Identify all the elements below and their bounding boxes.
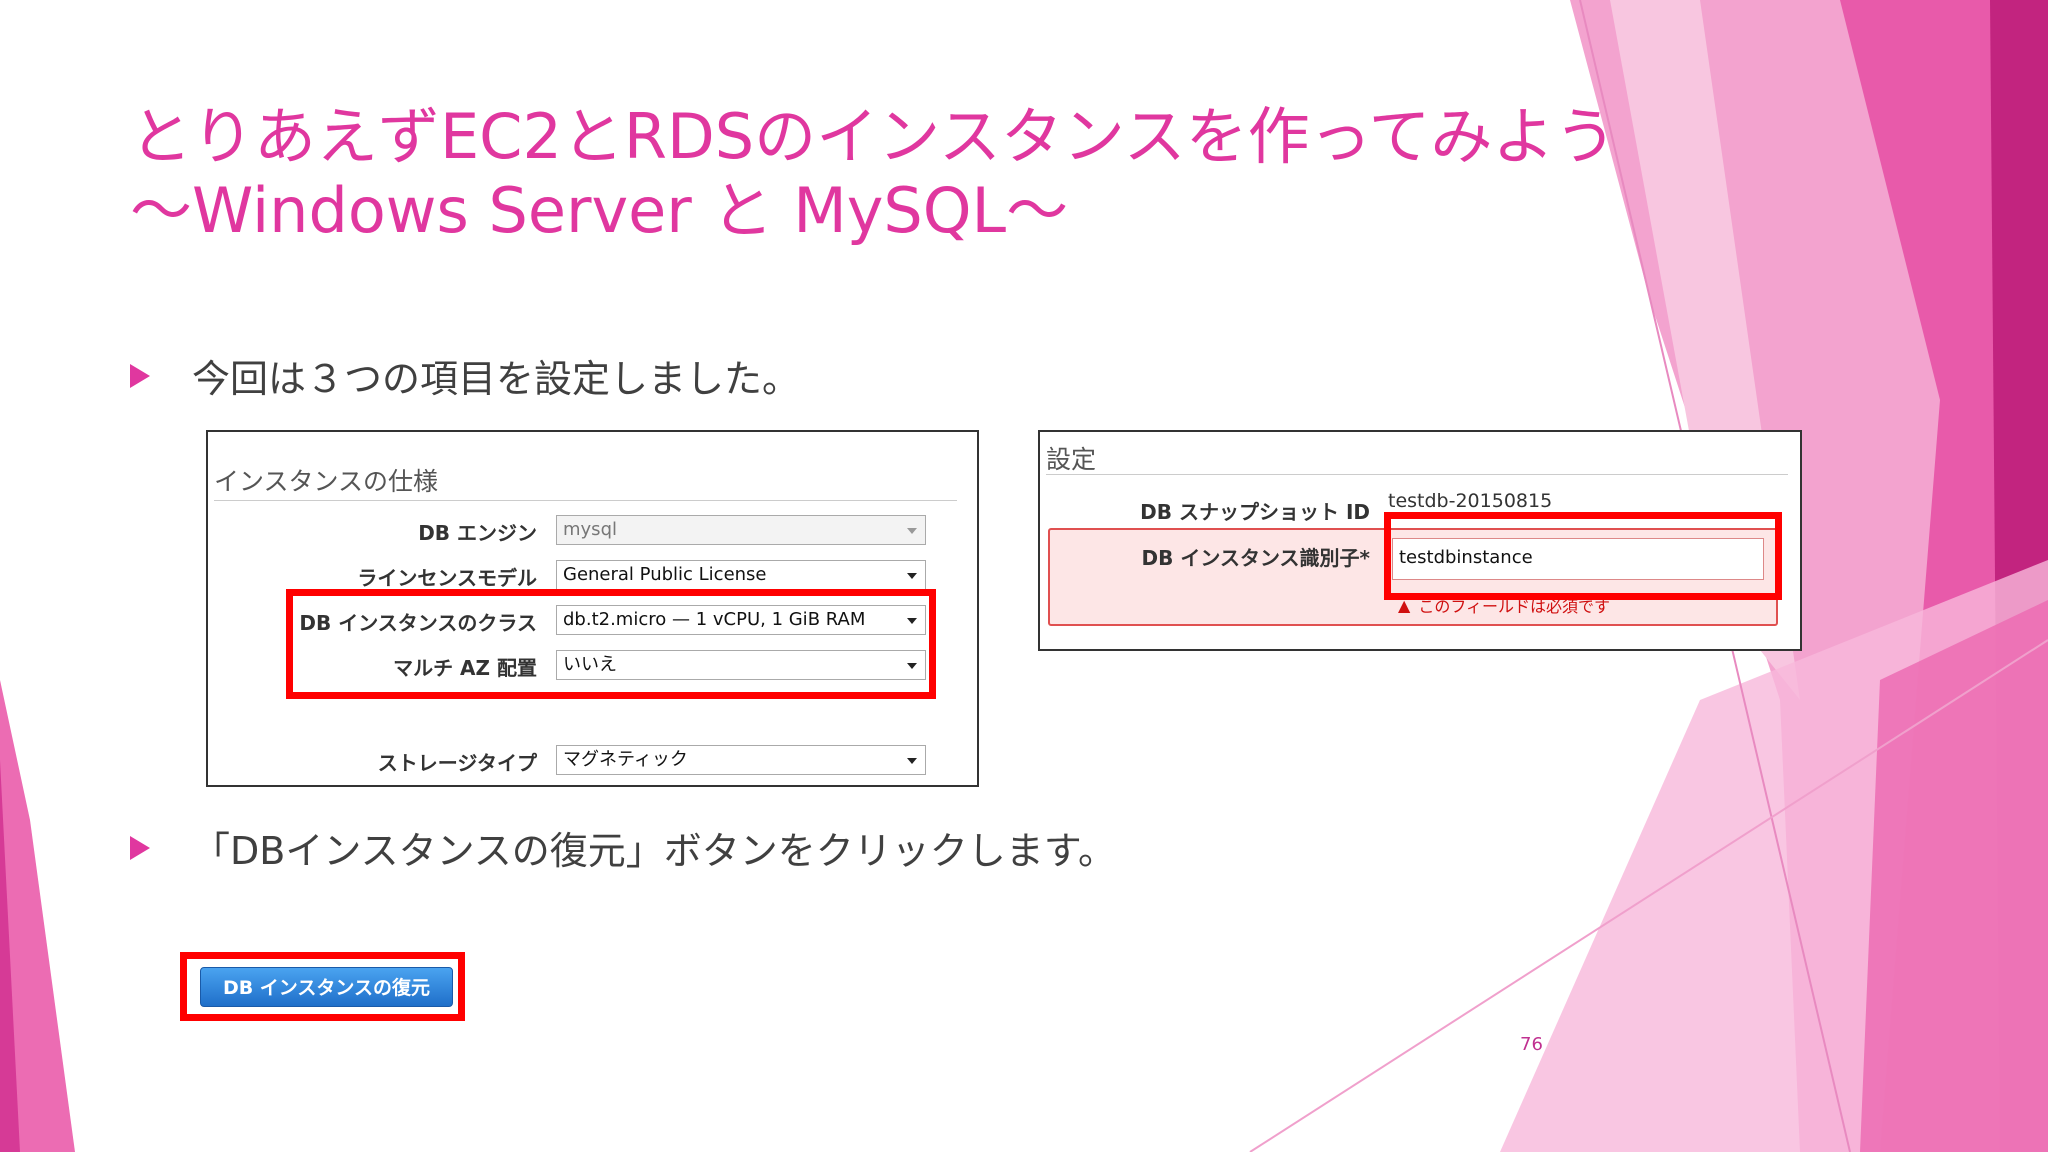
snapshot-id-value: testdb-20150815 [1388, 490, 1553, 512]
db-engine-value: mysql [563, 519, 617, 540]
chevron-down-icon [907, 573, 917, 579]
bullet-arrow-icon [130, 835, 150, 860]
bullet-2-text: 「DBインスタンスの復元」ボタンをクリックします。 [192, 829, 1117, 873]
highlight-box [286, 589, 936, 699]
highlight-box [1384, 512, 1782, 600]
title-line-1: とりあえずEC2とRDSのインスタンスを作ってみよう [130, 100, 1617, 173]
restore-db-instance-button[interactable]: DB インスタンスの復元 [200, 967, 453, 1007]
bullet-2: 「DBインスタンスの復元」ボタンをクリックします。 [130, 820, 1116, 875]
storage-type-row: ストレージタイプ マグネティック [208, 745, 977, 777]
divider [1046, 474, 1788, 475]
divider [214, 500, 957, 501]
db-engine-row: DB エンジン mysql [208, 515, 977, 547]
settings-header: 設定 [1046, 445, 1097, 474]
chevron-down-icon [907, 528, 917, 534]
instance-spec-panel: インスタンスの仕様 DB エンジン mysql ラインセンスモデル Genera… [206, 430, 979, 787]
storage-type-label: ストレージタイプ [377, 751, 537, 775]
license-model-label: ラインセンスモデル [357, 566, 537, 590]
storage-type-select[interactable]: マグネティック [556, 745, 926, 775]
settings-panel: 設定 DB スナップショット ID testdb-20150815 DB インス… [1038, 430, 1802, 651]
storage-type-value: マグネティック [563, 749, 688, 770]
instance-identifier-label: DB インスタンス識別子* [1141, 546, 1370, 570]
slide-title: とりあえずEC2とRDSのインスタンスを作ってみよう ～Windows Serv… [130, 100, 1617, 248]
page-number: 76 [1520, 1034, 1543, 1055]
restore-button-highlight: DB インスタンスの復元 [180, 952, 465, 1021]
db-engine-label: DB エンジン [418, 521, 537, 545]
bullet-1: 今回は３つの項目を設定しました。 [130, 348, 800, 403]
bullet-1-text: 今回は３つの項目を設定しました。 [192, 357, 801, 401]
title-line-2: ～Windows Server と MySQL～ [130, 174, 1069, 247]
db-engine-select[interactable]: mysql [556, 515, 926, 545]
license-model-value: General Public License [563, 564, 767, 585]
license-model-select[interactable]: General Public License [556, 560, 926, 590]
instance-spec-header: インスタンスの仕様 [214, 467, 439, 496]
license-model-row: ラインセンスモデル General Public License [208, 560, 977, 592]
bullet-arrow-icon [130, 363, 150, 388]
chevron-down-icon [907, 758, 917, 764]
snapshot-id-label: DB スナップショット ID [1140, 500, 1370, 524]
